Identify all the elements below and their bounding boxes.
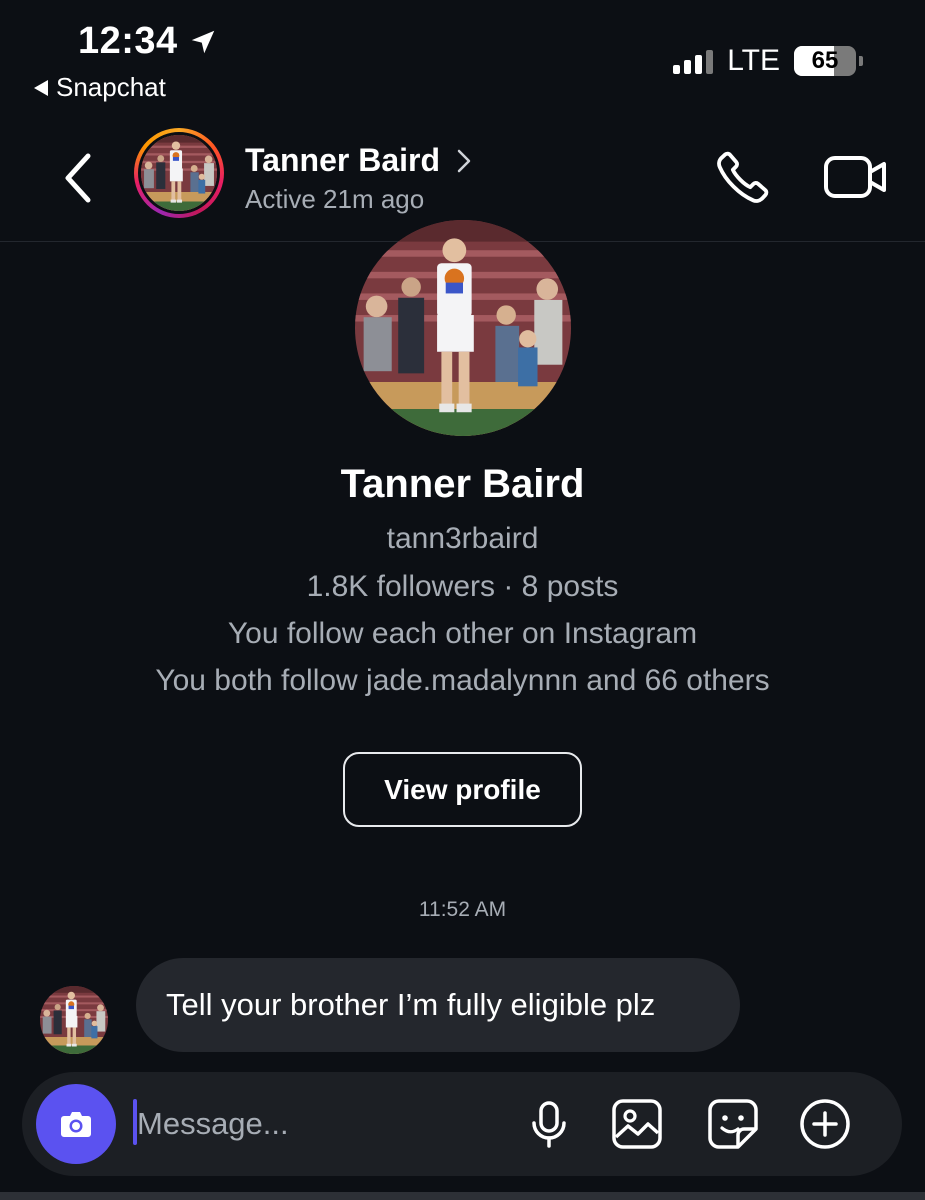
message-timestamp: 11:52 AM <box>418 898 507 921</box>
message-bubble[interactable]: Tell your brother I’m fully eligible plz <box>136 958 740 1052</box>
status-indicators: LTE 65 <box>673 44 863 78</box>
header-avatar-photo <box>138 132 220 214</box>
profile-follow-status: You follow each other on Instagram <box>227 617 698 650</box>
profile-mutuals: You both follow jade.madalynnn and 66 ot… <box>155 664 770 697</box>
profile-stats: 1.8K followers · 8 posts <box>306 570 619 603</box>
plus-icon[interactable] <box>798 1097 852 1151</box>
chevron-right-icon <box>457 149 471 172</box>
message-composer <box>22 1072 902 1176</box>
phone-icon[interactable] <box>714 148 772 206</box>
profile-username: tann3rbaird <box>386 522 539 555</box>
battery-percent: 65 <box>811 47 839 74</box>
avatar-image <box>141 135 217 211</box>
video-camera-icon[interactable] <box>822 152 888 202</box>
sender-avatar[interactable] <box>40 986 108 1054</box>
signal-icon <box>673 48 714 74</box>
header-name: Tanner Baird <box>245 142 440 178</box>
status-time: 12:34 <box>78 20 178 62</box>
bottom-edge <box>0 1192 925 1200</box>
microphone-icon[interactable] <box>522 1097 576 1151</box>
view-profile-button[interactable]: View profile <box>343 752 582 827</box>
location-arrow-icon <box>191 30 214 53</box>
message-input[interactable] <box>137 1102 497 1146</box>
back-to-app-link[interactable]: Snapchat <box>34 72 166 103</box>
header-name-link[interactable]: Tanner Baird <box>245 142 474 179</box>
header-avatar[interactable] <box>134 128 224 218</box>
back-chevron-icon[interactable] <box>56 148 100 208</box>
camera-icon <box>61 1112 91 1137</box>
profile-name: Tanner Baird <box>340 462 585 506</box>
sticker-icon[interactable] <box>706 1097 760 1151</box>
battery-icon: 65 <box>794 46 856 76</box>
gallery-icon[interactable] <box>610 1097 664 1151</box>
message-text: Tell your brother I’m fully eligible plz <box>166 987 656 1022</box>
sender-avatar-image <box>40 986 108 1054</box>
profile-photo[interactable] <box>355 220 571 436</box>
battery-tip <box>859 56 863 66</box>
back-app-label: Snapchat <box>56 72 166 102</box>
header-active-status: Active 21m ago <box>245 184 425 214</box>
network-label: LTE <box>727 44 780 77</box>
camera-button[interactable] <box>36 1084 116 1164</box>
profile-photo-image <box>355 220 571 436</box>
back-triangle-icon <box>34 79 48 96</box>
status-time-group: 12:34 <box>78 20 218 63</box>
